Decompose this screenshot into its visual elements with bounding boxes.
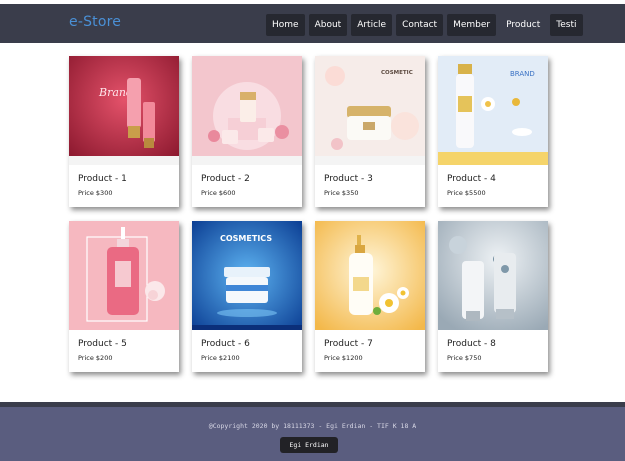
product-title: Product - 2 — [201, 174, 250, 184]
author-button[interactable]: Egi Erdian — [280, 437, 338, 453]
product-grid: Brand Product - 1 Price $300 Product - 2… — [69, 56, 548, 372]
brand-logo[interactable]: e-Store — [69, 14, 121, 30]
product-image-text: BRAND — [510, 70, 535, 78]
product-title: Product - 1 — [78, 174, 127, 184]
product-image-text: COSMETIC — [381, 70, 413, 76]
product-card[interactable]: Brand Product - 1 Price $300 — [69, 56, 179, 207]
nav-item-about[interactable]: About — [308, 14, 348, 36]
product-title: Product - 3 — [324, 174, 373, 184]
product-title: Product - 6 — [201, 339, 250, 349]
product-image[interactable]: BRAND — [438, 56, 548, 165]
nav-item-product[interactable]: Product — [500, 14, 546, 36]
product-card[interactable]: Product - 7 Price $1200 — [315, 221, 425, 372]
product-price: Price $5500 — [447, 189, 486, 197]
footer: @Copyright 2020 by 18111373 - Egi Erdian… — [0, 402, 625, 461]
product-image-text: COSMETICS — [220, 234, 272, 243]
nav-item-contact[interactable]: Contact — [396, 14, 444, 36]
product-image[interactable] — [192, 56, 302, 165]
product-price: Price $600 — [201, 189, 236, 197]
product-image[interactable]: COSMETIC — [315, 56, 425, 165]
product-price: Price $2100 — [201, 354, 240, 362]
nav-item-member[interactable]: Member — [447, 14, 497, 36]
product-title: Product - 4 — [447, 174, 496, 184]
product-card[interactable]: COSMETIC Product - 3 Price $350 — [315, 56, 425, 207]
product-card[interactable]: Product - 2 Price $600 — [192, 56, 302, 207]
product-card[interactable]: BRAND Product - 4 Price $5500 — [438, 56, 548, 207]
product-title: Product - 5 — [78, 339, 127, 349]
nav-item-testi[interactable]: Testi — [550, 14, 583, 36]
copyright-text: @Copyright 2020 by 18111373 - Egi Erdian… — [208, 422, 417, 430]
product-price: Price $350 — [324, 189, 359, 197]
nav-item-article[interactable]: Article — [351, 14, 393, 36]
nav-menu: Home About Article Contact Member Produc… — [266, 14, 583, 36]
product-price: Price $300 — [78, 189, 113, 197]
product-title: Product - 7 — [324, 339, 373, 349]
nav-item-home[interactable]: Home — [266, 14, 305, 36]
product-price: Price $750 — [447, 354, 482, 362]
product-card[interactable]: Product - 5 Price $200 — [69, 221, 179, 372]
product-price: Price $1200 — [324, 354, 363, 362]
product-price: Price $200 — [78, 354, 113, 362]
product-image[interactable] — [315, 221, 425, 330]
product-image[interactable]: Brand — [69, 56, 179, 165]
product-image[interactable] — [69, 221, 179, 330]
navbar: e-Store Home About Article Contact Membe… — [0, 4, 625, 43]
product-card[interactable]: COSMETICS Product - 6 Price $2100 — [192, 221, 302, 372]
product-title: Product - 8 — [447, 339, 496, 349]
product-image[interactable]: COSMETICS — [192, 221, 302, 330]
product-card[interactable]: Product - 8 Price $750 — [438, 221, 548, 372]
product-image[interactable] — [438, 221, 548, 330]
